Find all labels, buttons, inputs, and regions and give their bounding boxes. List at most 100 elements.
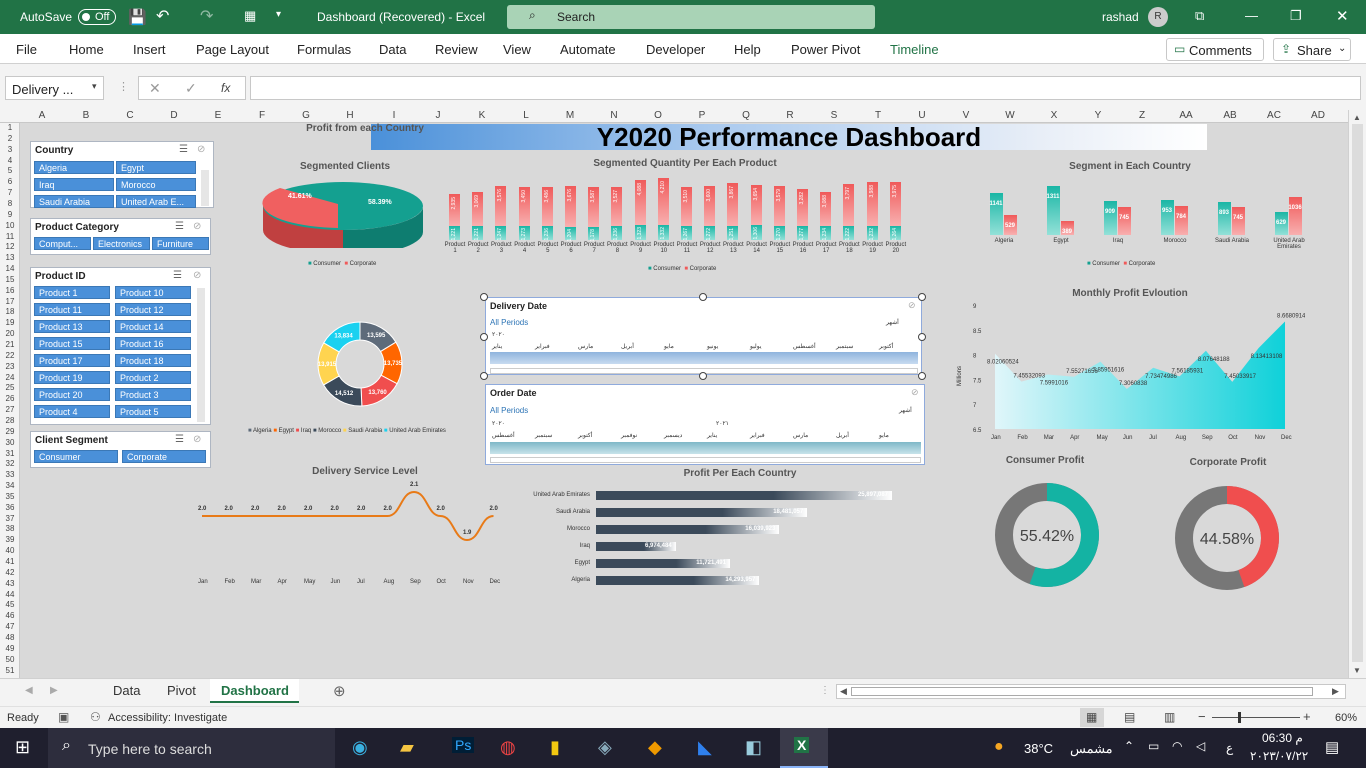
slicer-item-product[interactable]: Product 4	[34, 405, 110, 418]
selection-handle[interactable]	[918, 372, 926, 380]
column-header-c[interactable]: C	[108, 110, 152, 121]
slicer-item-iraq[interactable]: Iraq	[34, 178, 114, 191]
column-header-p[interactable]: P	[680, 110, 724, 121]
bar-2[interactable]: 16,039,923	[596, 525, 780, 534]
scroll-left-icon[interactable]: ◀	[840, 686, 847, 697]
comments-button[interactable]: ▭ Comments	[1166, 38, 1264, 61]
row-header[interactable]: 37	[0, 514, 20, 524]
slicer-item-product[interactable]: Product 10	[115, 286, 191, 299]
tab-developer[interactable]: Developer	[646, 42, 705, 57]
enter-icon[interactable]: ✓	[185, 80, 197, 97]
sheet-tab-dashboard-container[interactable]: Dashboard	[210, 679, 299, 703]
slicer-item-uae[interactable]: United Arab E...	[116, 195, 196, 208]
timeline-month[interactable]: مارس	[793, 432, 808, 439]
page-break-icon[interactable]: ▥	[1164, 710, 1175, 724]
profit-country-donut[interactable]: 13,595 13,735 13,760 14,512 13,915 13,834	[310, 319, 410, 409]
column-header-l[interactable]: L	[504, 110, 548, 121]
tab-data[interactable]: Data	[379, 42, 406, 57]
prev-sheet-icon[interactable]: ◀	[25, 685, 33, 696]
column-header-u[interactable]: U	[900, 110, 944, 121]
minimize-icon[interactable]: —	[1245, 8, 1258, 23]
timeline-month[interactable]: مايو	[664, 343, 674, 350]
formula-input[interactable]	[250, 76, 1361, 100]
clear-filter-icon[interactable]: ⊘	[193, 434, 201, 445]
row-header[interactable]: 9	[0, 210, 20, 220]
excel-taskbar-button[interactable]: X	[780, 728, 828, 768]
column-header-k[interactable]: K	[460, 110, 504, 121]
tab-insert[interactable]: Insert	[133, 42, 166, 57]
column-header-r[interactable]: R	[768, 110, 812, 121]
clear-filter-icon[interactable]: ⊘	[908, 300, 916, 311]
row-header[interactable]: 39	[0, 535, 20, 545]
tab-review[interactable]: Review	[435, 42, 478, 57]
row-header[interactable]: 3	[0, 145, 20, 155]
app-icon[interactable]: ◆	[648, 737, 662, 758]
clear-filter-icon[interactable]: ⊘	[911, 387, 919, 398]
row-header[interactable]: 7	[0, 188, 20, 198]
selection-handle[interactable]	[480, 333, 488, 341]
column-header-q[interactable]: Q	[724, 110, 768, 121]
column-header-o[interactable]: O	[636, 110, 680, 121]
row-header[interactable]: 40	[0, 546, 20, 556]
slicer-item-product[interactable]: Product 20	[34, 388, 110, 401]
clock-date[interactable]: ٢٠٢٣/٠٧/٢٢	[1250, 749, 1308, 763]
delivery-service-chart[interactable]: 2.0 Jan 2.0 Feb 2.0 Mar 2.0 Apr 2.0 May 2.0 Jun 2.0 J…	[192, 480, 502, 585]
bar-corporate[interactable]	[1289, 196, 1302, 235]
row-header[interactable]: 26	[0, 394, 20, 404]
slicer-item-product[interactable]: Product 15	[34, 337, 110, 350]
zoom-slider-thumb[interactable]	[1238, 712, 1241, 723]
avatar[interactable]: R	[1148, 7, 1168, 27]
timeline-unit-dropdown[interactable]: أشهر	[899, 407, 912, 414]
column-header-v[interactable]: V	[944, 110, 988, 121]
volume-icon[interactable]: ◁	[1196, 739, 1205, 753]
tab-timeline[interactable]: Timeline	[890, 42, 939, 57]
accessibility-icon[interactable]: ⚇	[90, 710, 101, 724]
timeline-month[interactable]: نوفمبر	[621, 432, 637, 439]
network-icon[interactable]: ▭	[1148, 739, 1159, 753]
timeline-month[interactable]: أبريل	[836, 432, 849, 439]
row-header[interactable]: 6	[0, 177, 20, 187]
bar-5[interactable]: 14,293,957	[596, 576, 760, 585]
horizontal-scrollbar[interactable]: ◀ ▶	[836, 684, 1346, 699]
app-icon[interactable]: ◈	[598, 737, 612, 758]
autosave-toggle[interactable]: Off	[78, 9, 116, 25]
selection-handle[interactable]	[699, 293, 707, 301]
bar-4[interactable]: 11,721,491	[596, 559, 730, 568]
timeline-month[interactable]: يوليو	[750, 343, 762, 350]
timeline-month[interactable]: فبراير	[535, 343, 550, 350]
chrome-icon[interactable]: ◍	[500, 737, 516, 758]
column-header-z[interactable]: Z	[1120, 110, 1164, 121]
search-box[interactable]: ⌕ Search	[507, 5, 875, 29]
slicer-item-product[interactable]: Product 12	[115, 303, 191, 316]
cancel-icon[interactable]: ✕	[149, 80, 161, 97]
insert-function-icon[interactable]: fx	[221, 81, 230, 95]
row-header[interactable]: 45	[0, 600, 20, 610]
consumer-profit-donut[interactable]: 55.42%	[990, 478, 1105, 593]
slicer-item-product[interactable]: Product 14	[115, 320, 191, 333]
slicer-item-product[interactable]: Product 2	[115, 371, 191, 384]
column-header-ac[interactable]: AC	[1252, 110, 1296, 121]
column-header-w[interactable]: W	[988, 110, 1032, 121]
page-layout-icon[interactable]: ▤	[1124, 710, 1135, 724]
notifications-icon[interactable]: ▤	[1325, 738, 1339, 756]
timeline-month[interactable]: ديسمبر	[664, 432, 682, 439]
profit-per-country-chart[interactable]: United Arab Emirates 25,897,087 Saudi Arab…	[510, 491, 910, 591]
clear-filter-icon[interactable]: ⊘	[193, 270, 201, 281]
photoshop-icon[interactable]: Ps	[452, 737, 475, 753]
column-header-n[interactable]: N	[592, 110, 636, 121]
row-header[interactable]: 15	[0, 275, 20, 285]
bar-0[interactable]: 25,897,087	[596, 491, 892, 500]
tab-power-pivot[interactable]: Power Pivot	[791, 42, 860, 57]
slicer-scrollbar[interactable]	[197, 288, 205, 422]
row-header[interactable]: 38	[0, 524, 20, 534]
slicer-item-product[interactable]: Product 19	[34, 371, 110, 384]
column-header-h[interactable]: H	[328, 110, 372, 121]
slicer-item-product[interactable]: Product 18	[115, 354, 191, 367]
save-icon[interactable]: 💾	[128, 8, 147, 26]
slicer-item-product[interactable]: Product 13	[34, 320, 110, 333]
tab-help[interactable]: Help	[734, 42, 761, 57]
edge-icon[interactable]: ◉	[352, 737, 368, 758]
tab-page-layout[interactable]: Page Layout	[196, 42, 269, 57]
timeline-month[interactable]: أكتوبر	[879, 343, 893, 350]
segmented-clients-pie[interactable]: 41.61% 58.39%	[258, 178, 428, 248]
